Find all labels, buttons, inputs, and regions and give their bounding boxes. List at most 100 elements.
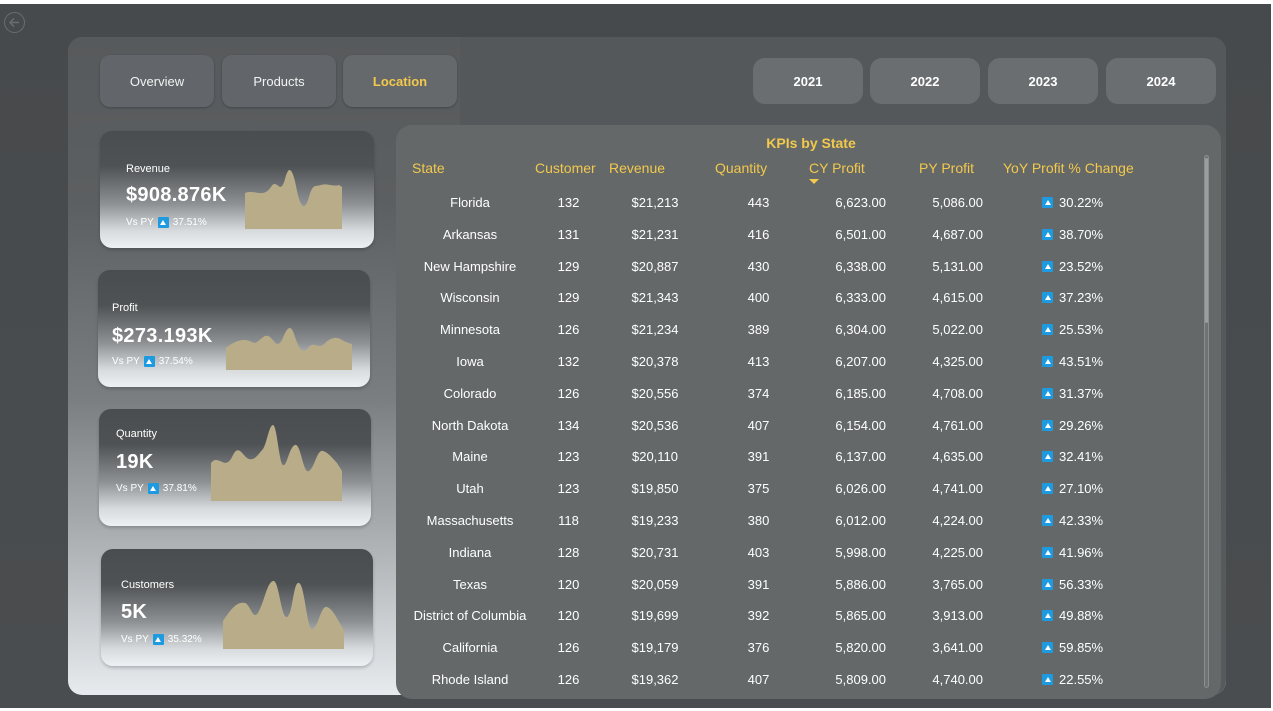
table-row[interactable]: Florida 132 $21,213 443 6,623.00 5,086.00 30.2… — [396, 188, 1196, 220]
cell-state: Massachusetts — [426, 513, 514, 528]
table-row[interactable]: Maine 123 $20,110 391 6,137.00 4,635.00 32.41% — [396, 442, 1196, 474]
cell-py-profit: 3,641.00 — [932, 640, 983, 656]
kpi-vs-label: Vs PY — [126, 217, 154, 228]
table-row[interactable]: Utah 123 $19,850 375 6,026.00 4,741.00 27.10% — [396, 474, 1196, 506]
table-row[interactable]: Minnesota 126 $21,234 389 6,304.00 5,022.00 25… — [396, 315, 1196, 347]
column-header-cy-profit[interactable]: CY Profit — [809, 160, 865, 176]
year-button-2022[interactable]: 2022 — [870, 58, 980, 104]
up-arrow-icon — [1042, 197, 1053, 208]
table-row[interactable]: California 126 $19,179 376 5,820.00 3,641.00 5… — [396, 633, 1196, 665]
table-row[interactable]: North Dakota 134 $20,536 407 6,154.00 4,761.0… — [396, 411, 1196, 443]
cell-yoy-change: 22.55% — [1042, 672, 1106, 687]
cell-cy-profit: 5,865.00 — [835, 608, 886, 624]
yoy-change-value: 42.33% — [1059, 513, 1104, 528]
yoy-change-value: 32.41% — [1059, 449, 1104, 465]
cell-quantity: 416 — [747, 226, 770, 242]
cell-cy-profit: 6,207.00 — [835, 354, 886, 369]
kpi-title: Quantity — [116, 428, 157, 440]
cell-state: Wisconsin — [440, 290, 500, 306]
kpi-value: $273.193K — [112, 325, 213, 347]
cell-revenue: $21,213 — [631, 195, 679, 210]
tab-location[interactable]: Location — [343, 55, 457, 107]
column-header-state[interactable]: State — [412, 160, 445, 176]
year-button-2021[interactable]: 2021 — [753, 58, 863, 104]
table-row[interactable]: District of Columbia 120 $19,699 392 5,865.0… — [396, 601, 1196, 633]
cell-customer: 126 — [557, 672, 580, 687]
cell-cy-profit: 6,026.00 — [835, 481, 886, 497]
cell-cy-profit: 6,137.00 — [835, 449, 886, 465]
cell-customer: 132 — [557, 354, 580, 369]
scrollbar-thumb[interactable] — [1205, 158, 1208, 323]
cell-py-profit: 5,131.00 — [932, 258, 983, 274]
yoy-change-value: 29.26% — [1059, 417, 1104, 433]
tab-overview[interactable]: Overview — [100, 55, 214, 107]
table-row[interactable]: Colorado 126 $20,556 374 6,185.00 4,708.00 31.… — [396, 379, 1196, 411]
table-row[interactable]: Rhode Island 126 $19,362 407 5,809.00 4,740.0… — [396, 665, 1196, 697]
sparkline-customers — [223, 580, 344, 649]
table-row[interactable]: Arkansas 131 $21,231 416 6,501.00 4,687.00 38.… — [396, 220, 1196, 252]
column-header-customer[interactable]: Customer — [535, 160, 596, 176]
cell-yoy-change: 31.37% — [1042, 386, 1106, 401]
cell-quantity: 376 — [747, 640, 770, 656]
column-header-revenue[interactable]: Revenue — [609, 160, 665, 176]
sparkline-quantity — [211, 425, 342, 501]
cell-revenue: $20,059 — [631, 576, 679, 592]
cell-py-profit: 3,765.00 — [932, 576, 983, 592]
cell-state: Minnesota — [440, 322, 500, 338]
kpi-card-profit: Profit $273.193K Vs PY 37.54% — [98, 270, 370, 387]
table-row[interactable]: Iowa 132 $20,378 413 6,207.00 4,325.00 43.51% — [396, 347, 1196, 379]
cell-revenue: $19,233 — [631, 513, 679, 528]
cell-state: Iowa — [456, 354, 484, 369]
kpi-change: 37.54% — [158, 356, 193, 367]
cell-customer: 120 — [557, 576, 580, 592]
cell-cy-profit: 5,809.00 — [835, 672, 886, 687]
tab-products[interactable]: Products — [222, 55, 336, 107]
back-button[interactable] — [4, 12, 25, 33]
column-header-yoy-profit-change[interactable]: YoY Profit % Change — [1003, 160, 1134, 176]
kpis-by-state-table: KPIs by State State Customer Revenue Qua… — [396, 125, 1221, 699]
cell-py-profit: 5,022.00 — [932, 322, 983, 338]
kpi-card-revenue: Revenue $908.876K Vs PY 37.51% — [100, 131, 374, 248]
cell-revenue: $19,699 — [631, 608, 679, 624]
column-header-quantity[interactable]: Quantity — [715, 160, 767, 176]
year-button-2023[interactable]: 2023 — [988, 58, 1098, 104]
yoy-change-value: 59.85% — [1059, 640, 1104, 656]
column-header-py-profit[interactable]: PY Profit — [919, 160, 974, 176]
kpi-card-customers: Customers 5K Vs PY 35.32% — [101, 549, 373, 666]
cell-customer: 129 — [557, 290, 580, 306]
sort-descending-icon — [809, 179, 819, 184]
cell-cy-profit: 6,154.00 — [835, 417, 886, 433]
cell-customer: 120 — [557, 608, 580, 624]
yoy-change-value: 38.70% — [1059, 226, 1104, 242]
year-button-2024[interactable]: 2024 — [1106, 58, 1216, 104]
cell-yoy-change: 25.53% — [1042, 322, 1106, 337]
table-row[interactable]: New Hampshire 129 $20,887 430 6,338.00 5,131.… — [396, 252, 1196, 284]
vertical-scrollbar[interactable] — [1204, 155, 1209, 688]
cell-quantity: 374 — [747, 385, 770, 401]
kpi-title: Profit — [112, 302, 138, 314]
cell-quantity: 375 — [747, 481, 770, 497]
cell-state: Arkansas — [442, 226, 498, 242]
up-arrow-icon — [1042, 546, 1053, 558]
cell-state: New Hampshire — [423, 258, 517, 274]
cell-customer: 129 — [557, 258, 580, 274]
table-row[interactable]: Massachusetts 118 $19,233 380 6,012.00 4,224.… — [396, 506, 1196, 538]
table-title: KPIs by State — [766, 135, 856, 151]
cell-cy-profit: 5,998.00 — [835, 544, 886, 560]
cell-py-profit: 4,687.00 — [932, 226, 983, 242]
cell-quantity: 391 — [747, 449, 770, 465]
cell-py-profit: 4,708.00 — [932, 385, 983, 401]
cell-customer: 126 — [557, 640, 580, 656]
cell-revenue: $20,887 — [631, 258, 679, 274]
sparkline-profit — [226, 327, 352, 370]
up-arrow-icon — [1042, 610, 1053, 622]
table-row[interactable]: Indiana 128 $20,731 403 5,998.00 4,225.00 41.9… — [396, 538, 1196, 570]
up-arrow-icon — [1042, 483, 1053, 495]
kpi-vs-label: Vs PY — [116, 483, 144, 494]
cell-customer: 126 — [557, 322, 580, 338]
table-row[interactable]: Wisconsin 129 $21,343 400 6,333.00 4,615.00 37… — [396, 283, 1196, 315]
cell-yoy-change: 41.96% — [1042, 545, 1106, 560]
table-row[interactable]: Texas 120 $20,059 391 5,886.00 3,765.00 56.33% — [396, 570, 1196, 602]
up-arrow-icon — [1042, 260, 1053, 272]
up-arrow-icon — [1042, 292, 1053, 304]
